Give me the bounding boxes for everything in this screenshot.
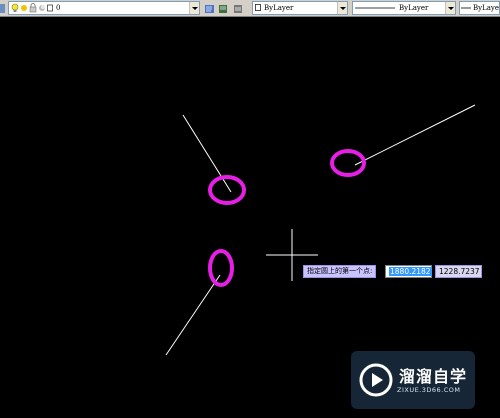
layer-state-icon[interactable] (0, 1, 6, 15)
dropdown-arrow-icon[interactable] (189, 2, 199, 14)
layer-manager-icon[interactable] (217, 1, 229, 15)
layer-name: 0 (56, 4, 61, 12)
highlight-ellipse (208, 249, 234, 287)
linetype-dropdown[interactable]: ByLayer (352, 1, 456, 15)
watermark-title: 溜溜自学 (399, 367, 468, 386)
color-swatch-icon (255, 4, 261, 11)
dynamic-input-prompt: 指定圆上的第一个点: (303, 265, 377, 278)
line-sample-icon (355, 7, 395, 9)
play-logo-icon (359, 363, 393, 397)
highlight-ellipse (208, 175, 246, 205)
drawing-line[interactable] (182, 114, 232, 193)
dropdown-arrow-icon[interactable] (337, 2, 347, 14)
dropdown-arrow-icon[interactable] (445, 2, 455, 14)
layer-match-icon[interactable] (232, 1, 245, 15)
color-dropdown[interactable]: ByLayer (252, 1, 348, 15)
y-coordinate-input[interactable]: 1228.7237 (435, 265, 482, 278)
properties-toolbar: 0 ByLayer ByLayer ByLayer (0, 0, 500, 17)
x-coordinate-input[interactable]: 1880.2182 (385, 265, 432, 278)
lock-icon[interactable] (29, 3, 37, 13)
lineweight-dropdown[interactable]: ByLayer (459, 1, 500, 15)
watermark-url: ZIXUE.3D66.COM (397, 386, 461, 394)
line-sample-icon (461, 7, 471, 9)
layer-color-icon[interactable] (38, 3, 46, 13)
drawing-line[interactable] (165, 274, 221, 356)
drawing-line[interactable] (354, 104, 476, 166)
layer-dropdown[interactable]: 0 (8, 1, 200, 15)
sun-icon[interactable] (20, 3, 28, 13)
watermark: 溜溜自学 ZIXUE.3D66.COM (351, 351, 475, 409)
lightbulb-icon[interactable] (11, 3, 19, 13)
layer-previous-icon[interactable] (203, 1, 217, 15)
layer-white-box-icon (47, 4, 53, 12)
